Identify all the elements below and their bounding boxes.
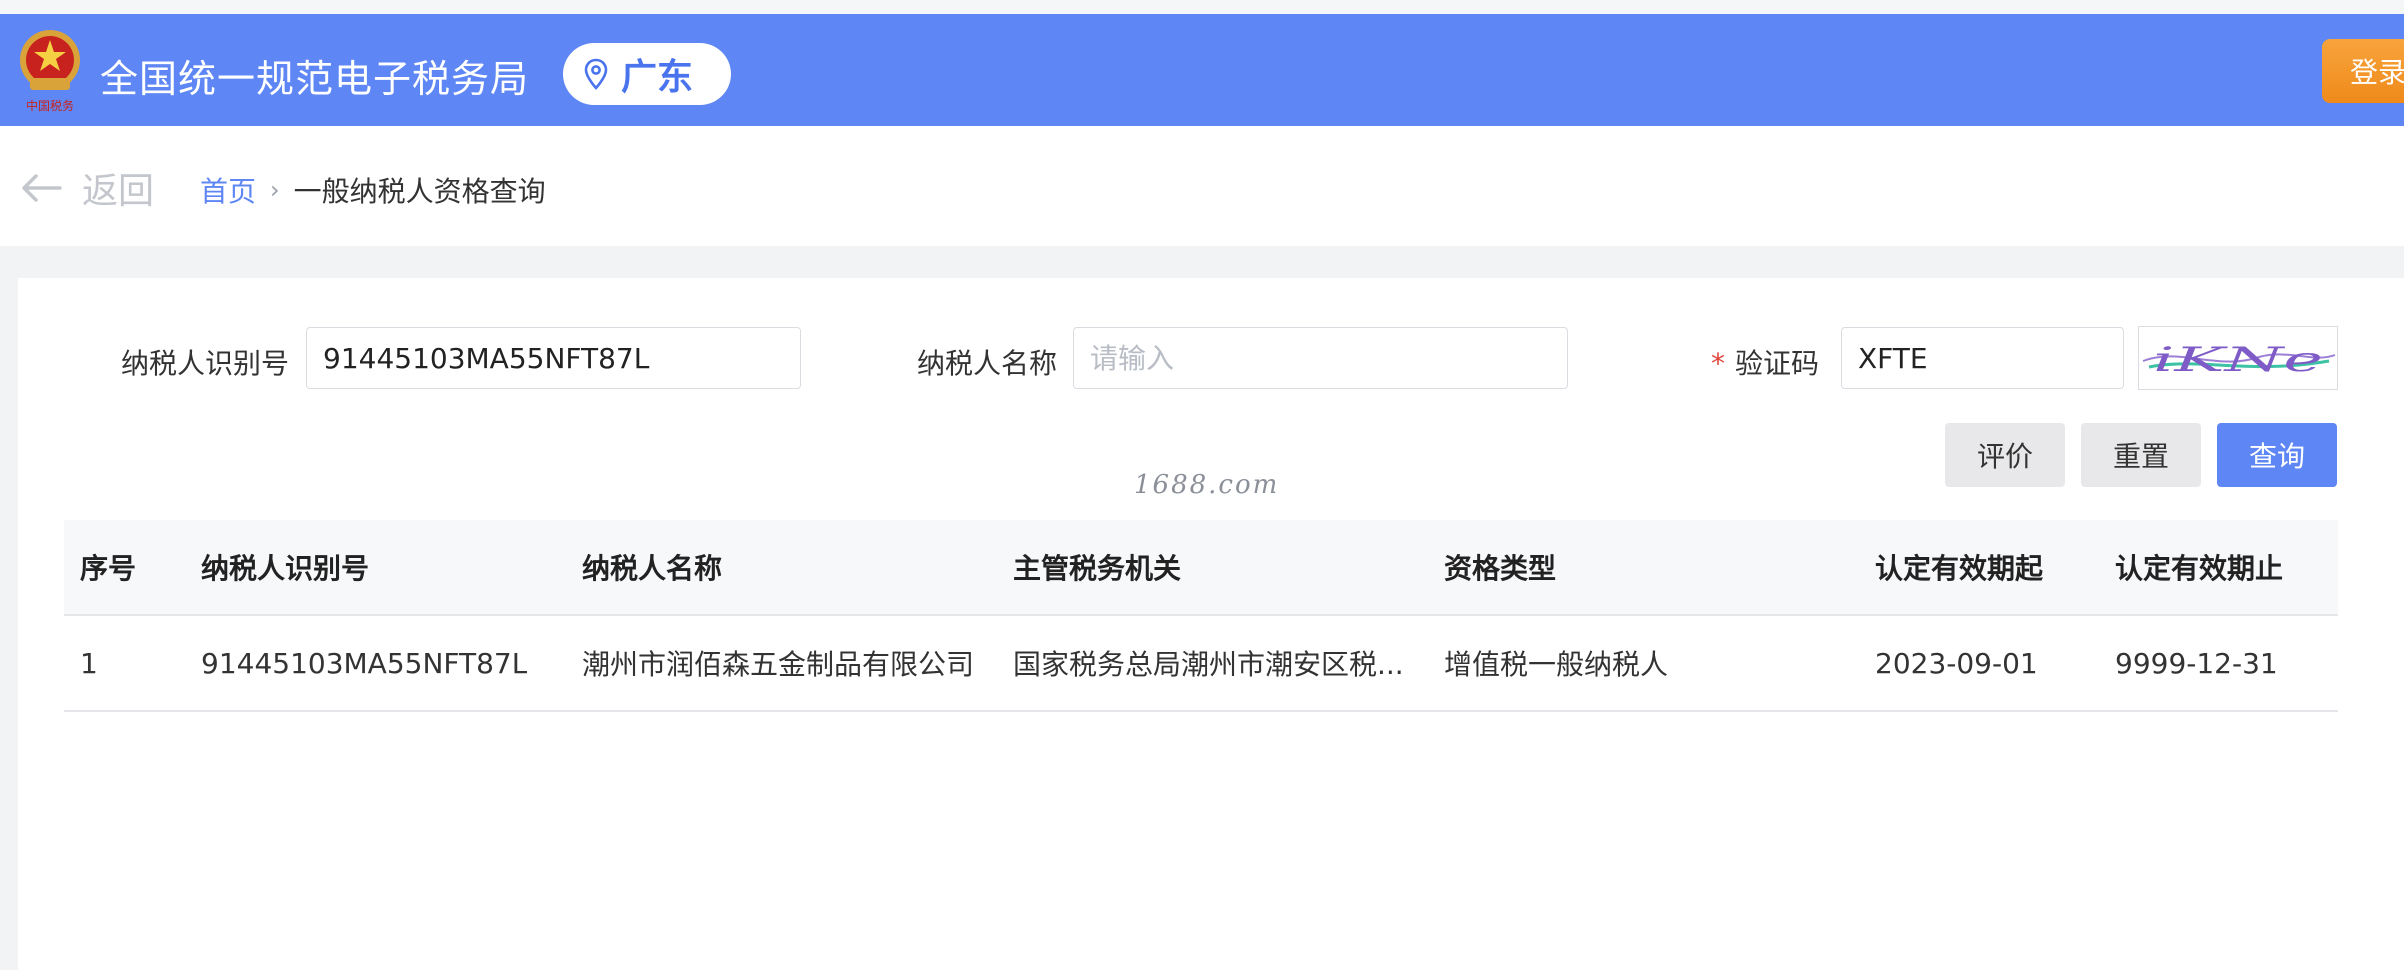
cell-valid-from: 2023-09-01 [1875,646,2038,680]
cell-index: 1 [80,646,98,680]
header-index: 序号 [80,552,137,585]
taxpayer-name-input[interactable] [1073,327,1568,389]
site-header: 中国税务 全国统一规范电子税务局 广东 登录 [0,14,2404,126]
cell-taxpayer-id: 91445103MA55NFT87L [201,646,528,680]
header-valid-from: 认定有效期起 [1875,552,2044,585]
taxpayer-id-input[interactable] [306,327,801,389]
table-row[interactable]: 1 91445103MA55NFT87L 潮州市润佰森五金制品有限公司 国家税务… [64,616,2338,712]
login-button[interactable]: 登录 [2322,39,2404,103]
region-selector[interactable]: 广东 [563,43,731,105]
header-taxpayer-id: 纳税人识别号 [201,552,370,585]
breadcrumb-home[interactable]: 首页 [200,170,256,210]
header-valid-to: 认定有效期止 [2115,552,2284,585]
breadcrumb: 首页 › 一般纳税人资格查询 [200,170,546,210]
captcha-input[interactable] [1841,327,2124,389]
cell-taxpayer-name: 潮州市润佰森五金制品有限公司 [582,648,975,681]
table-header: 序号 纳税人识别号 纳税人名称 主管税务机关 资格类型 认定有效期起 认定有效期… [64,520,2338,616]
back-button[interactable]: 返回 [20,162,154,214]
query-button[interactable]: 查询 [2217,423,2337,487]
header-qualification-type: 资格类型 [1444,552,1557,585]
cell-valid-to: 9999-12-31 [2115,646,2278,680]
header-tax-authority: 主管税务机关 [1013,552,1182,585]
arrow-left-icon [22,174,62,202]
taxpayer-name-label: 纳税人名称 [917,347,1058,380]
header-taxpayer-name: 纳税人名称 [582,552,723,585]
breadcrumb-separator: › [270,176,280,204]
captcha-image[interactable]: iKNe [2138,326,2338,390]
back-label: 返回 [82,171,155,212]
nav-bar: 返回 首页 › 一般纳税人资格查询 [0,126,2404,246]
captcha-text: iKNe [2153,340,2323,380]
location-pin-icon [584,58,608,90]
rate-button[interactable]: 评价 [1945,423,2065,487]
required-mark: * [1711,347,1725,380]
captcha-label: 验证码 [1735,347,1820,380]
top-strip [0,0,2404,14]
tax-emblem-icon: 中国税务 [16,24,84,116]
watermark: 1688.com [1134,470,1280,500]
emblem-caption: 中国税务 [26,98,74,113]
region-label: 广东 [621,57,694,98]
taxpayer-id-label: 纳税人识别号 [121,347,290,380]
site-title: 全国统一规范电子税务局 [100,57,530,101]
result-table: 序号 纳税人识别号 纳税人名称 主管税务机关 资格类型 认定有效期起 认定有效期… [64,520,2338,712]
cell-tax-authority: 国家税务总局潮州市潮安区税... [1013,648,1404,681]
reset-button[interactable]: 重置 [2081,423,2201,487]
captcha-label-group: * 验证码 [1711,342,1819,382]
query-card: 纳税人识别号 纳税人名称 * 验证码 iKNe 评价 重置 查询 1688.com… [18,278,2404,970]
breadcrumb-current: 一般纳税人资格查询 [293,175,546,208]
cell-qualification-type: 增值税一般纳税人 [1444,648,1669,681]
